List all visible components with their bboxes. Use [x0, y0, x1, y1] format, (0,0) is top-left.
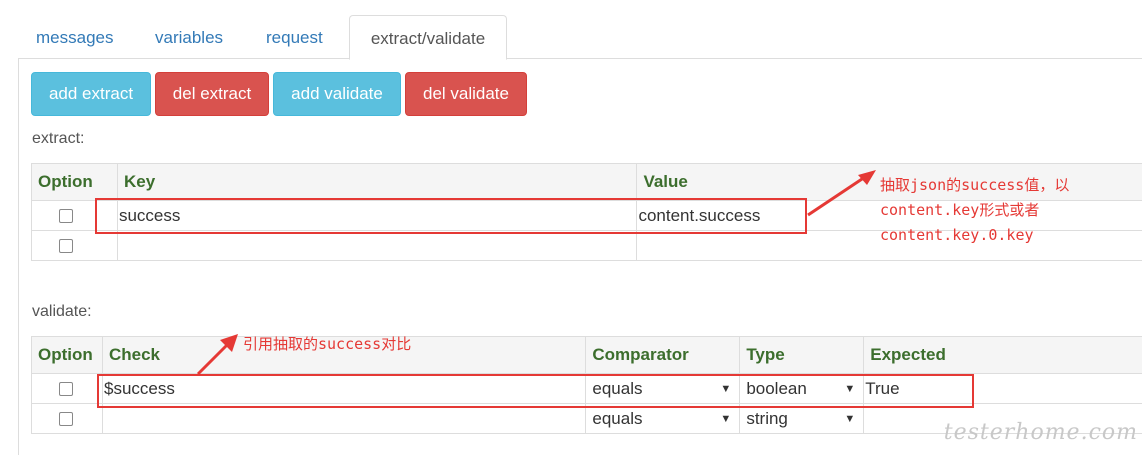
add-validate-button[interactable]: add validate	[273, 72, 401, 116]
dropdown-arrow-icon: ▼	[844, 412, 856, 425]
extract-highlight-box	[95, 198, 807, 234]
tab-extract-validate[interactable]: extract/validate	[349, 15, 507, 60]
del-validate-button[interactable]: del validate	[405, 72, 527, 116]
comparator-value: equals	[592, 408, 643, 428]
option-cell	[31, 230, 118, 261]
option-cell	[31, 373, 103, 404]
key-input[interactable]	[116, 230, 638, 261]
column-header-expected: Expected	[863, 336, 1142, 374]
column-header-key: Key	[116, 163, 638, 201]
row-checkbox[interactable]	[59, 209, 73, 224]
type-select[interactable]: string ▼	[739, 403, 865, 434]
extract-annotation: 抽取json的success值，以 content.key形式或者 conten…	[880, 176, 1070, 244]
key-value	[118, 236, 119, 255]
expected-value	[864, 409, 865, 428]
row-checkbox[interactable]	[59, 382, 73, 397]
comparator-select[interactable]: equals ▼	[585, 403, 741, 434]
column-header-option: Option	[31, 336, 103, 374]
annotation-arrow-icon	[196, 334, 238, 376]
tab-messages[interactable]: messages	[36, 15, 113, 58]
row-checkbox[interactable]	[59, 239, 73, 254]
type-value: string	[746, 408, 788, 428]
tab-variables[interactable]: variables	[155, 15, 223, 58]
annotation-arrow-icon	[807, 170, 876, 217]
tab-request[interactable]: request	[266, 15, 323, 58]
column-header-type: Type	[739, 336, 865, 374]
validate-label: validate:	[32, 303, 92, 320]
add-extract-button[interactable]: add extract	[31, 72, 151, 116]
check-value	[103, 409, 104, 428]
column-header-comparator: Comparator	[585, 336, 741, 374]
validate-annotation: 引用抽取的success对比	[243, 335, 412, 353]
value-value	[637, 236, 638, 255]
del-extract-button[interactable]: del extract	[155, 72, 269, 116]
dropdown-arrow-icon: ▼	[720, 412, 732, 425]
extract-label: extract:	[32, 130, 85, 147]
tab-bar: messages variables request extract/valid…	[18, 15, 1142, 60]
check-input[interactable]	[101, 403, 587, 434]
row-checkbox[interactable]	[59, 412, 73, 427]
option-cell	[31, 403, 103, 434]
watermark: testerhome.com	[943, 420, 1138, 445]
column-header-option: Option	[31, 163, 118, 201]
